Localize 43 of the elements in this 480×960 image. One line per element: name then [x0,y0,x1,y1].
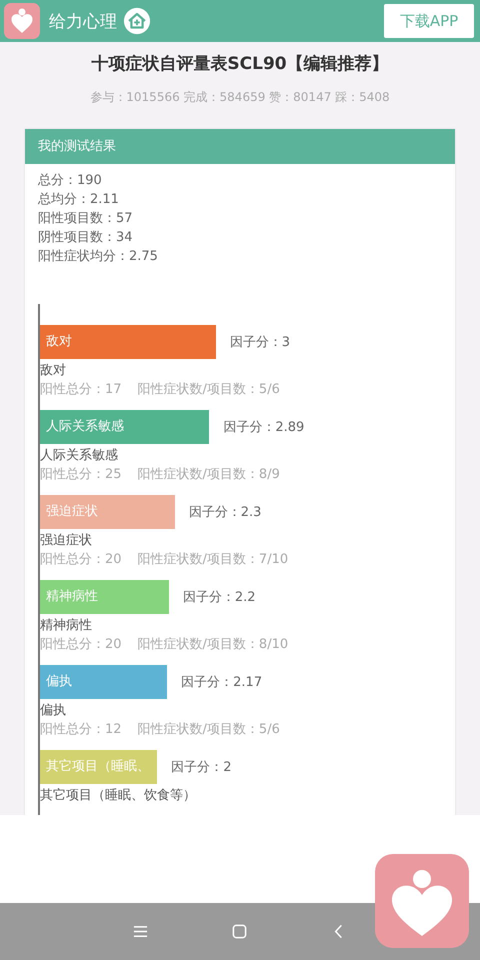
positive-total: 阳性总分：20 [40,636,122,654]
positive-total: 阳性总分：17 [40,381,122,399]
factor-score: 因子分：3 [230,334,290,351]
brand-name: 给力心理 [49,10,117,32]
factor-bar: 敌对 [40,325,216,359]
factor-name: 人际关系敏感 [40,447,119,465]
factor-bar: 偏执 [40,665,168,699]
home-button-icon[interactable] [232,924,247,939]
factor-name: 敌对 [40,362,67,380]
positive-ratio: 阳性症状数/项目数：8/9 [138,466,280,484]
factor-bar: 人际关系敏感 [40,410,210,444]
factor-score: 因子分：2.3 [188,504,262,521]
summary-line: 总分：190 [38,172,103,190]
heart-logo-icon[interactable] [4,3,40,39]
factor-bar: 其它项目（睡眠、 [40,750,158,784]
factor-score: 因子分：2.17 [181,674,262,691]
positive-ratio: 阳性症状数/项目数：7/10 [138,551,288,569]
factor-name: 偏执 [40,702,67,720]
menu-icon[interactable] [133,924,148,939]
summary-line: 总均分：2.11 [38,191,120,209]
card-header: 我的测试结果 [25,129,455,164]
factor-name: 精神病性 [40,617,93,635]
heart-app-icon[interactable] [374,853,470,949]
positive-total: 阳性总分：25 [40,466,122,484]
factor-bar: 精神病性 [40,580,169,614]
factor-score: 因子分：2.2 [182,589,256,606]
summary-line: 阳性症状均分：2.75 [38,248,159,266]
download-app-button[interactable]: 下载APP [384,4,474,38]
positive-ratio: 阳性症状数/项目数：5/6 [138,721,280,739]
home-icon[interactable] [123,7,151,35]
factor-score: 因子分：2 [171,759,232,776]
factor-score: 因子分：2.89 [223,419,304,436]
factor-bar: 强迫症状 [40,495,175,529]
factor-name: 强迫症状 [40,532,93,550]
positive-ratio: 阳性症状数/项目数：8/10 [138,636,288,654]
positive-total: 阳性总分：12 [40,721,122,739]
positive-total: 阳性总分：20 [40,551,122,569]
positive-ratio: 阳性症状数/项目数：5/6 [138,381,280,399]
stats-text: 参与：1015566 完成：584659 赞：80147 踩：5408 [90,89,390,105]
summary-line: 阴性项目数：34 [38,229,134,247]
page-title: 十项症状自评量表SCL90【编辑推荐】 [91,53,389,76]
factor-name: 其它项目（睡眠、饮食等） [40,787,197,805]
summary-line: 阳性项目数：57 [38,210,134,228]
